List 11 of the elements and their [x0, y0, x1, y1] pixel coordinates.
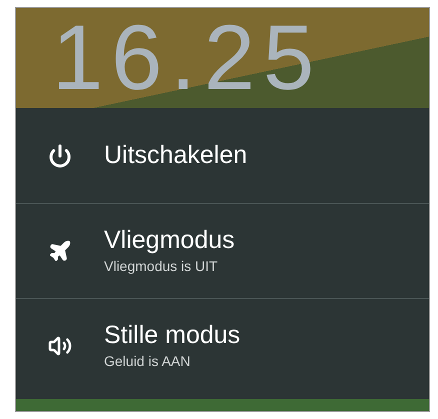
- clock-text: 16.25: [51, 12, 322, 104]
- menu-item-title: Vliegmodus: [104, 224, 235, 256]
- power-icon: [48, 144, 72, 168]
- airplane-icon: [48, 239, 72, 263]
- menu-item-title: Uitschakelen: [104, 140, 248, 171]
- speaker-icon: [48, 334, 72, 358]
- menu-item[interactable]: Vliegmodus Vliegmodus is UIT: [16, 203, 429, 298]
- menu-item-status: Vliegmodus is UIT: [104, 257, 219, 276]
- menu-item-title: Stille modus: [104, 320, 240, 351]
- menu-item[interactable]: Uitschakelen: [16, 108, 429, 203]
- menu-item-status: Geluid is AAN: [104, 352, 192, 372]
